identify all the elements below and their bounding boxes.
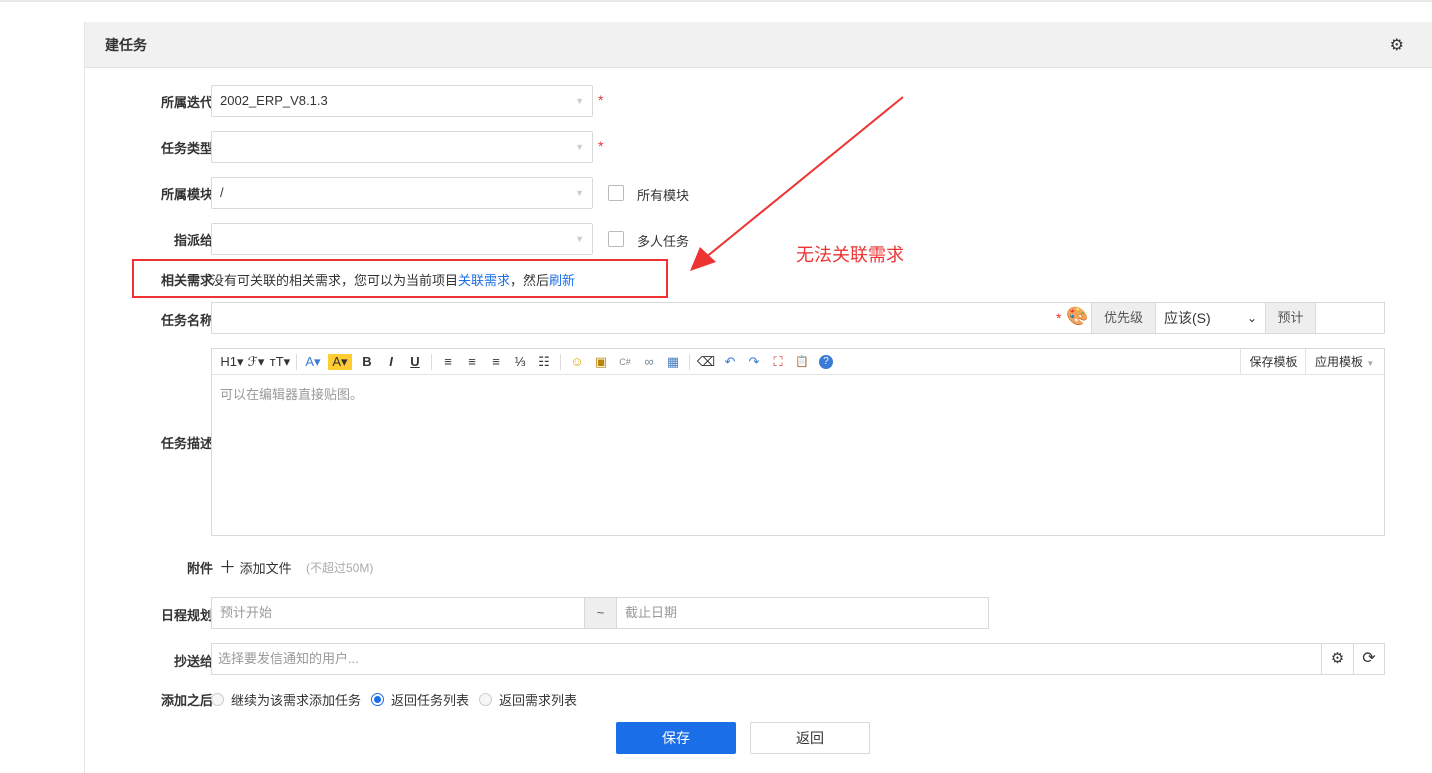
annotation-arrow xyxy=(690,96,904,271)
annotation-text: 无法关联需求 xyxy=(796,245,904,265)
arrow-line xyxy=(704,96,904,259)
arrow-head xyxy=(690,247,716,271)
